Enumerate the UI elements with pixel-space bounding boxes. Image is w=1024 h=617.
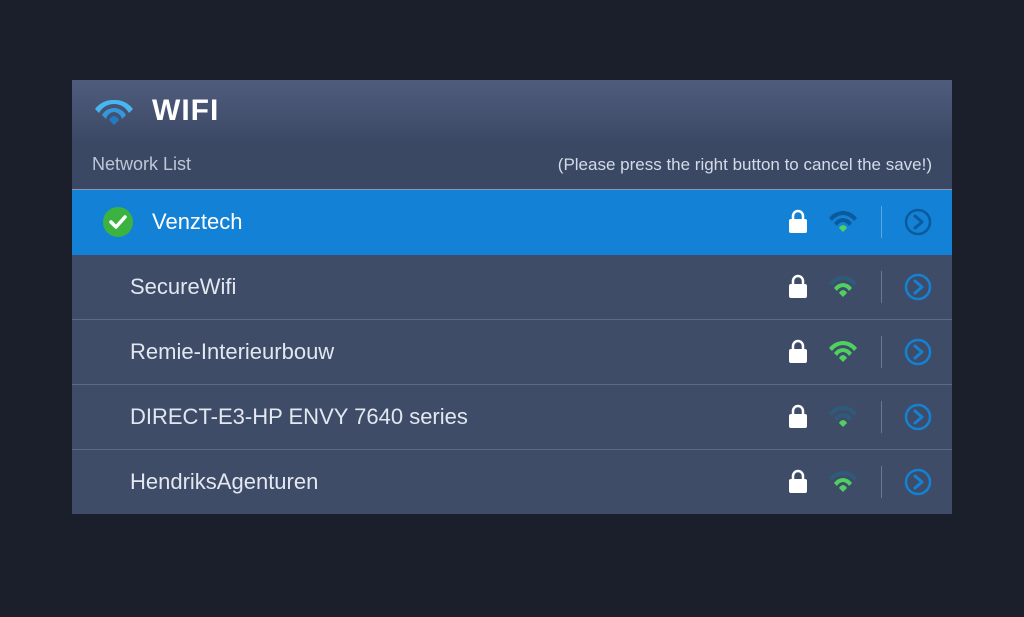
connected-check-icon <box>102 206 134 238</box>
lock-icon <box>787 209 809 235</box>
network-item[interactable]: DIRECT-E3-HP ENVY 7640 series <box>72 385 952 450</box>
page-title: WIFI <box>152 94 219 128</box>
subheader: Network List (Please press the right but… <box>72 140 952 190</box>
network-name-wrapper: Remie-Interieurbouw <box>102 339 787 365</box>
network-name-wrapper: HendriksAgenturen <box>102 469 787 495</box>
network-name-wrapper: Venztech <box>152 209 787 235</box>
wifi-panel: WIFI Network List (Please press the righ… <box>72 80 952 514</box>
separator <box>881 206 882 238</box>
lock-icon <box>787 274 809 300</box>
panel-header: WIFI <box>72 80 952 140</box>
wifi-signal-icon <box>827 403 859 431</box>
network-icons <box>787 206 932 238</box>
separator <box>881 336 882 368</box>
network-item[interactable]: HendriksAgenturen <box>72 450 952 514</box>
wifi-icon <box>92 92 136 130</box>
details-arrow-icon[interactable] <box>904 468 932 496</box>
wifi-signal-icon <box>827 468 859 496</box>
wifi-signal-icon <box>827 338 859 366</box>
network-item[interactable]: Remie-Interieurbouw <box>72 320 952 385</box>
network-name: SecureWifi <box>130 274 236 299</box>
separator <box>881 466 882 498</box>
instruction-text: (Please press the right button to cancel… <box>558 155 932 175</box>
wifi-signal-icon <box>827 208 859 236</box>
network-item[interactable]: SecureWifi <box>72 255 952 320</box>
network-icons <box>787 336 932 368</box>
details-arrow-icon[interactable] <box>904 403 932 431</box>
details-arrow-icon[interactable] <box>904 273 932 301</box>
lock-icon <box>787 469 809 495</box>
network-icons <box>787 271 932 303</box>
network-icons <box>787 401 932 433</box>
lock-icon <box>787 339 809 365</box>
network-name-wrapper: SecureWifi <box>102 274 787 300</box>
network-name: DIRECT-E3-HP ENVY 7640 series <box>130 404 468 429</box>
separator <box>881 271 882 303</box>
network-list-label: Network List <box>92 154 191 175</box>
network-list: Venztech <box>72 190 952 514</box>
network-icons <box>787 466 932 498</box>
separator <box>881 401 882 433</box>
network-name-wrapper: DIRECT-E3-HP ENVY 7640 series <box>102 404 787 430</box>
network-item[interactable]: Venztech <box>72 190 952 255</box>
network-name: HendriksAgenturen <box>130 469 318 494</box>
lock-icon <box>787 404 809 430</box>
details-arrow-icon[interactable] <box>904 208 932 236</box>
network-name: Remie-Interieurbouw <box>130 339 334 364</box>
details-arrow-icon[interactable] <box>904 338 932 366</box>
network-name: Venztech <box>152 209 243 234</box>
wifi-signal-icon <box>827 273 859 301</box>
